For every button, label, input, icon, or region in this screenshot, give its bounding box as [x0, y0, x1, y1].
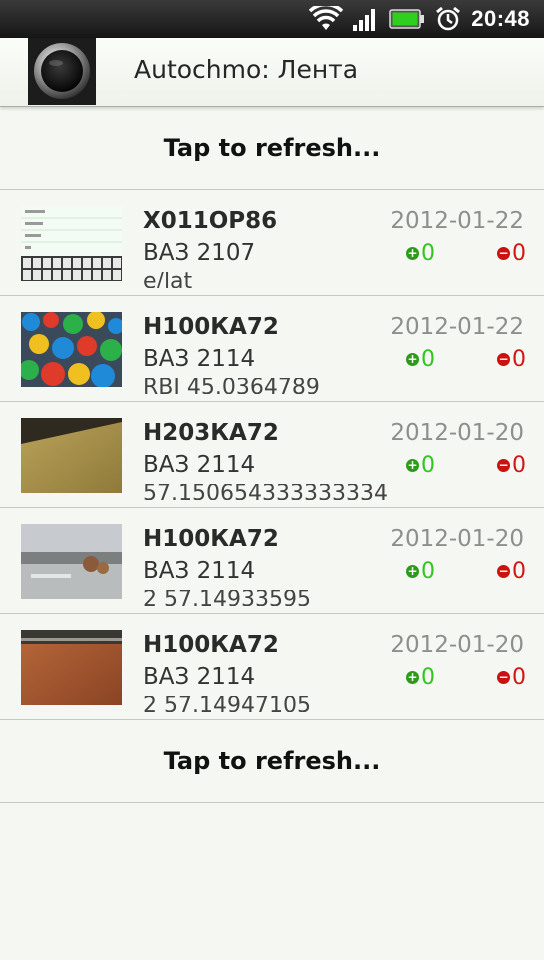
list-item[interactable]: Х011ОР86 2012-01-22 ВАЗ 2107 +0 −0 e/lat…	[0, 190, 544, 296]
upvote-count: 0	[421, 453, 435, 478]
plus-icon: +	[406, 246, 419, 260]
plate-number: Н100КА72	[143, 632, 279, 658]
upvote-count: 0	[421, 559, 435, 584]
wifi-icon	[309, 6, 344, 32]
refresh-top-button[interactable]: Tap to refresh...	[0, 107, 544, 190]
upvote[interactable]: +0	[406, 347, 435, 372]
description-snippet: RBI 45.0364789 39.0073636	[143, 378, 443, 394]
refresh-bottom-button[interactable]: Tap to refresh...	[0, 720, 544, 803]
description-snippet: 2 57.14933595	[143, 590, 443, 606]
plate-number: Н100КА72	[143, 314, 279, 340]
upvote-count: 0	[421, 241, 435, 266]
photo-thumbnail[interactable]	[21, 630, 122, 705]
description-snippet: 2 57.14947105	[143, 696, 443, 712]
minus-icon: −	[497, 564, 510, 578]
upvote-count: 0	[421, 347, 435, 372]
downvote[interactable]: −0	[497, 347, 526, 372]
description-text: 2 57.14947105	[143, 696, 311, 712]
plate-number: Н100КА72	[143, 526, 279, 552]
downvote-count: 0	[512, 453, 526, 478]
minus-icon: −	[497, 246, 510, 260]
plate-number: Х011ОР86	[143, 208, 278, 234]
list-item[interactable]: Н100КА72 2012-01-20 ВАЗ 2114 +0 −0 2 57.…	[0, 508, 544, 614]
description-text: RBI 45.0364789 39.0073636	[143, 378, 320, 394]
description-snippet: 57.150654333333334	[143, 484, 443, 500]
post-date: 2012-01-20	[390, 526, 524, 552]
page-title: Autochmo: Лента	[134, 55, 359, 84]
title-bar: Autochmo: Лента	[0, 38, 544, 107]
post-date: 2012-01-22	[390, 208, 524, 234]
camera-lens-icon[interactable]	[28, 38, 96, 105]
alarm-icon	[435, 6, 461, 32]
car-model: ВАЗ 2114	[143, 452, 256, 478]
downvote[interactable]: −0	[497, 241, 526, 266]
upvote[interactable]: +0	[406, 453, 435, 478]
post-date: 2012-01-20	[390, 420, 524, 446]
car-model: ВАЗ 2114	[143, 664, 256, 690]
description-text: e/lat 57.149306633333336	[143, 272, 193, 288]
list-item[interactable]: Н203КА72 2012-01-20 ВАЗ 2114 +0 −0 57.15…	[0, 402, 544, 508]
plus-icon: +	[406, 352, 419, 366]
downvote-count: 0	[512, 665, 526, 690]
description-text: 57.150654333333334	[143, 484, 388, 500]
downvote-count: 0	[512, 241, 526, 266]
minus-icon: −	[497, 458, 510, 472]
car-model: ВАЗ 2114	[143, 558, 256, 584]
post-date: 2012-01-20	[390, 632, 524, 658]
upvote-count: 0	[421, 665, 435, 690]
description-text: 2 57.14933595	[143, 590, 311, 606]
signal-icon	[353, 7, 379, 31]
upvote[interactable]: +0	[406, 559, 435, 584]
list-item[interactable]: Н100КА72 2012-01-20 ВАЗ 2114 +0 −0 2 57.…	[0, 614, 544, 720]
downvote-count: 0	[512, 559, 526, 584]
minus-icon: −	[497, 670, 510, 684]
car-model: ВАЗ 2107	[143, 240, 256, 266]
clock: 20:48	[471, 6, 530, 31]
downvote[interactable]: −0	[497, 665, 526, 690]
plus-icon: +	[406, 564, 419, 578]
photo-thumbnail[interactable]	[21, 206, 122, 281]
downvote[interactable]: −0	[497, 559, 526, 584]
plate-number: Н203КА72	[143, 420, 279, 446]
photo-thumbnail[interactable]	[21, 312, 122, 387]
upvote[interactable]: +0	[406, 665, 435, 690]
minus-icon: −	[497, 352, 510, 366]
plus-icon: +	[406, 670, 419, 684]
description-snippet: e/lat 57.149306633333336	[143, 272, 443, 288]
battery-icon	[389, 8, 425, 30]
downvote[interactable]: −0	[497, 453, 526, 478]
status-bar: 20:48	[0, 0, 544, 38]
photo-thumbnail[interactable]	[21, 524, 122, 599]
downvote-count: 0	[512, 347, 526, 372]
car-model: ВАЗ 2114	[143, 346, 256, 372]
feed-list: Х011ОР86 2012-01-22 ВАЗ 2107 +0 −0 e/lat…	[0, 190, 544, 720]
post-date: 2012-01-22	[390, 314, 524, 340]
list-item[interactable]: Н100КА72 2012-01-22 ВАЗ 2114 +0 −0 RBI 4…	[0, 296, 544, 402]
plus-icon: +	[406, 458, 419, 472]
photo-thumbnail[interactable]	[21, 418, 122, 493]
upvote[interactable]: +0	[406, 241, 435, 266]
